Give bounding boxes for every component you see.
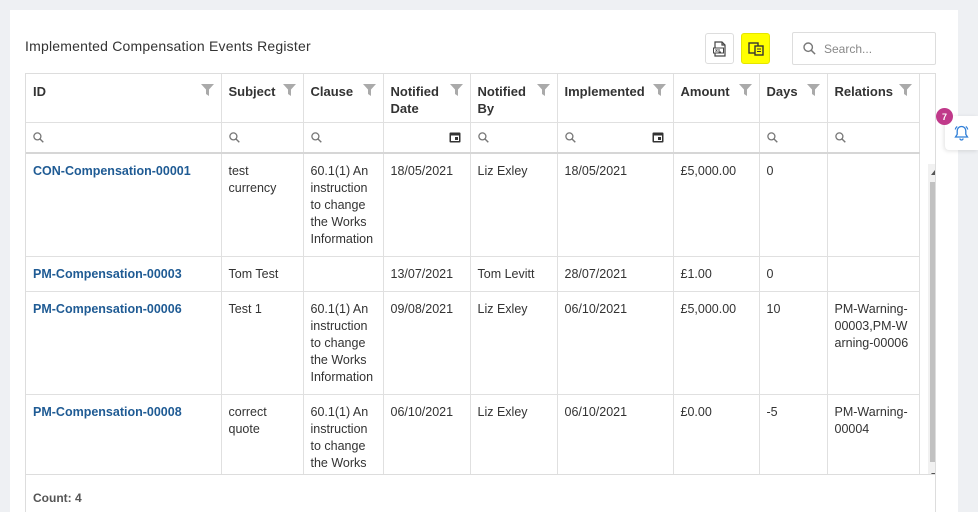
notified-date-cell: 09/08/2021 — [383, 291, 471, 395]
search-box[interactable] — [792, 32, 936, 65]
scroll-up-icon[interactable] — [931, 170, 935, 175]
days-cell: 10 — [759, 291, 828, 395]
register-panel: Implemented Compensation Events Register — [10, 10, 958, 512]
record-link[interactable]: PM-Compensation-00003 — [33, 267, 182, 281]
column-header-subject[interactable]: Subject — [221, 74, 304, 123]
notified-date-cell: 18/05/2021 — [383, 153, 471, 257]
column-header-notified-by[interactable]: Notified By — [470, 74, 558, 123]
filter-cell-subject[interactable] — [221, 122, 304, 154]
filter-cell-relations[interactable] — [827, 122, 920, 154]
subject-cell: Test 1 — [221, 291, 304, 395]
column-header-clause[interactable]: Clause — [303, 74, 384, 123]
column-header-relations[interactable]: Relations — [827, 74, 920, 123]
implemented-cell: 06/10/2021 — [557, 291, 674, 395]
filter-icon[interactable] — [282, 84, 296, 96]
relations-cell — [827, 153, 920, 257]
search-icon — [33, 131, 44, 143]
search-icon — [477, 131, 489, 143]
filter-icon[interactable] — [652, 84, 666, 96]
filter-icon[interactable] — [362, 84, 376, 96]
amount-cell: £1.00 — [673, 256, 760, 292]
notification-count-badge: 7 — [936, 108, 953, 125]
column-header-implemented[interactable]: Implemented — [557, 74, 674, 123]
relations-cell — [827, 256, 920, 292]
relations-cell: PM-Warning-00003,PM-Warning-00006 — [827, 291, 920, 395]
column-chooser-icon — [747, 41, 764, 56]
notified-by-cell: Liz Exley — [470, 291, 558, 395]
filter-icon[interactable] — [200, 84, 214, 96]
filter-cell-clause[interactable] — [303, 122, 384, 154]
clause-cell: 60.1(1) An instruction to change the Wor… — [303, 291, 384, 395]
record-count: Count: 4 — [33, 491, 82, 505]
amount-cell: £5,000.00 — [673, 291, 760, 395]
amount-cell: £5,000.00 — [673, 153, 760, 257]
notified-by-cell: Liz Exley — [470, 153, 558, 257]
filter-cell-notified-by[interactable] — [470, 122, 558, 154]
record-link[interactable]: CON-Compensation-00001 — [33, 164, 191, 178]
clause-cell: 60.1(1) An instruction to change the Wor… — [303, 153, 384, 257]
table-row[interactable]: CON-Compensation-00001 test currency 60.… — [26, 153, 920, 257]
scroll-thumb[interactable] — [930, 182, 935, 462]
filter-cell-implemented[interactable] — [557, 122, 674, 154]
search-icon — [834, 131, 846, 143]
notified-date-cell: 13/07/2021 — [383, 256, 471, 292]
subject-cell: test currency — [221, 153, 304, 257]
column-header-days[interactable]: Days — [759, 74, 828, 123]
vertical-scrollbar[interactable] — [928, 164, 935, 484]
table-row[interactable]: PM-Compensation-00006 Test 1 60.1(1) An … — [26, 291, 920, 395]
page-title: Implemented Compensation Events Register — [25, 38, 311, 54]
filter-icon[interactable] — [806, 84, 820, 96]
search-icon — [564, 131, 576, 143]
column-header-notified-date[interactable]: Notified Date — [383, 74, 471, 123]
filter-icon[interactable] — [449, 84, 463, 96]
record-link[interactable]: PM-Compensation-00006 — [33, 302, 182, 316]
search-icon — [803, 42, 816, 55]
id-cell[interactable]: PM-Compensation-00003 — [26, 256, 222, 292]
id-cell[interactable]: CON-Compensation-00001 — [26, 153, 222, 257]
implemented-cell: 18/05/2021 — [557, 153, 674, 257]
filter-cell-amount[interactable] — [673, 122, 760, 154]
grid-footer: Count: 4 — [26, 474, 935, 512]
filter-cell-days[interactable] — [759, 122, 828, 154]
header-row: ID Subject Clause Notified Date Notified… — [26, 74, 920, 123]
days-cell: 0 — [759, 153, 828, 257]
notified-by-cell: Tom Levitt — [470, 256, 558, 292]
table-row[interactable]: PM-Compensation-00003 Tom Test 13/07/202… — [26, 256, 920, 292]
search-input[interactable] — [824, 41, 924, 56]
id-cell[interactable]: PM-Compensation-00006 — [26, 291, 222, 395]
days-cell: 0 — [759, 256, 828, 292]
bell-icon — [954, 125, 969, 141]
column-chooser-button[interactable] — [741, 33, 770, 64]
filter-cell-notified-date[interactable] — [383, 122, 471, 154]
filter-row — [26, 122, 920, 154]
column-header-id[interactable]: ID — [26, 74, 222, 123]
column-header-amount[interactable]: Amount — [673, 74, 760, 123]
filter-icon[interactable] — [738, 84, 752, 96]
search-icon — [228, 131, 240, 143]
search-icon — [766, 131, 778, 143]
data-grid: ID Subject Clause Notified Date Notified… — [25, 73, 936, 512]
search-icon — [310, 131, 322, 143]
subject-cell: Tom Test — [221, 256, 304, 292]
register-table: ID Subject Clause Notified Date Notified… — [26, 74, 920, 498]
filter-cell-id[interactable] — [26, 122, 222, 154]
calendar-icon[interactable] — [652, 131, 664, 143]
filter-icon[interactable] — [536, 84, 550, 96]
excel-export-icon — [712, 40, 726, 57]
clause-cell — [303, 256, 384, 292]
record-link[interactable]: PM-Compensation-00008 — [33, 405, 182, 419]
table-body: CON-Compensation-00001 test currency 60.… — [26, 153, 920, 498]
calendar-icon[interactable] — [449, 131, 461, 143]
filter-icon[interactable] — [898, 84, 912, 96]
export-excel-button[interactable] — [705, 33, 734, 64]
implemented-cell: 28/07/2021 — [557, 256, 674, 292]
